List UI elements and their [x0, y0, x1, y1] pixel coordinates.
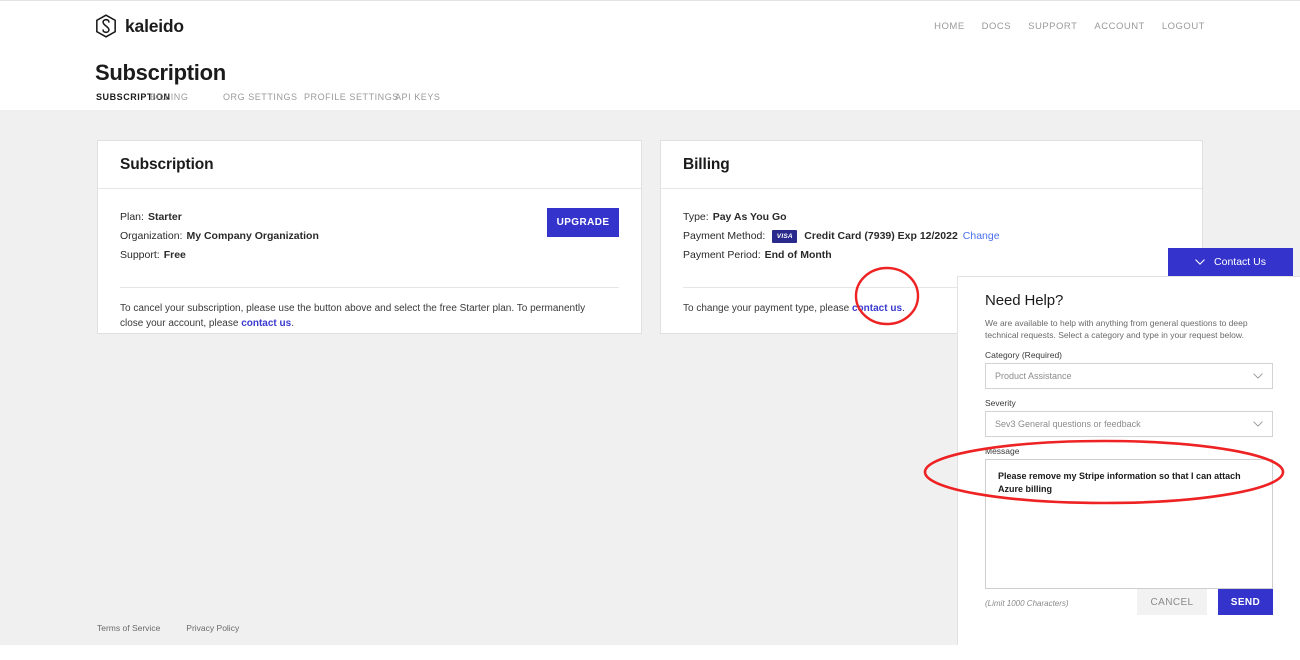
top-navigation: HOME DOCS SUPPORT ACCOUNT LOGOUT — [934, 21, 1205, 32]
cancel-button[interactable]: CANCEL — [1137, 589, 1207, 615]
nav-item-logout[interactable]: LOGOUT — [1162, 21, 1205, 32]
terms-of-service-link[interactable]: Terms of Service — [97, 623, 160, 633]
page-footer: Terms of Service Privacy Policy — [97, 623, 239, 633]
need-help-panel: Need Help? We are available to help with… — [957, 276, 1300, 645]
support-value: Free — [163, 249, 186, 261]
brand-name: kaleido — [125, 15, 184, 36]
contact-us-button-label: Contact Us — [1214, 256, 1266, 268]
support-label: Support: — [120, 249, 160, 261]
upgrade-button[interactable]: UPGRADE — [547, 208, 619, 237]
payment-method-value: Credit Card (7939) Exp 12/2022 — [804, 230, 958, 242]
severity-select-value: Sev3 General questions or feedback — [995, 419, 1141, 429]
severity-select[interactable]: Sev3 General questions or feedback — [985, 411, 1273, 437]
organization-value: My Company Organization — [186, 230, 319, 242]
subscription-card-title: Subscription — [120, 155, 214, 173]
billing-type-value: Pay As You Go — [712, 211, 787, 223]
subscription-divider — [120, 287, 619, 288]
payment-period-label: Payment Period: — [683, 249, 761, 261]
subscription-note-prefix: To cancel your subscription, please use … — [120, 303, 586, 329]
subscription-note: To cancel your subscription, please use … — [120, 301, 600, 331]
chevron-down-icon — [1195, 259, 1205, 265]
subscription-card-header: Subscription — [98, 141, 641, 189]
subscription-card: Subscription Plan: Starter Organization:… — [97, 140, 642, 334]
help-panel-actions: CANCEL SEND — [1137, 589, 1273, 615]
need-help-title: Need Help? — [985, 292, 1064, 309]
message-textarea[interactable] — [985, 459, 1273, 589]
plan-label: Plan: — [120, 211, 144, 223]
billing-card-header: Billing — [661, 141, 1202, 189]
severity-label: Severity — [985, 398, 1016, 408]
subscription-note-suffix: . — [291, 318, 294, 329]
contact-us-toggle-button[interactable]: Contact Us — [1168, 248, 1293, 276]
send-button[interactable]: SEND — [1218, 589, 1273, 615]
chevron-down-icon — [1253, 373, 1263, 379]
subscription-card-body: Plan: Starter Organization: My Company O… — [98, 189, 641, 331]
page-header: kaleido HOME DOCS SUPPORT ACCOUNT LOGOUT… — [0, 0, 1300, 114]
privacy-policy-link[interactable]: Privacy Policy — [186, 623, 239, 633]
billing-contact-us-link[interactable]: contact us — [852, 303, 902, 314]
nav-item-account[interactable]: ACCOUNT — [1094, 21, 1144, 32]
category-select[interactable]: Product Assistance — [985, 363, 1273, 389]
brand-logo[interactable]: kaleido — [95, 14, 184, 38]
kaleido-hexagon-logo-icon — [96, 14, 116, 38]
payment-period-row: Payment Period: End of Month — [683, 246, 1180, 265]
page-bottom-strip — [0, 645, 1300, 660]
message-label: Message — [985, 446, 1020, 456]
plan-row: Plan: Starter — [120, 208, 619, 227]
change-payment-method-link[interactable]: Change — [963, 227, 1000, 246]
category-label: Category (Required) — [985, 350, 1063, 360]
payment-period-value: End of Month — [764, 249, 832, 261]
chevron-down-icon — [1253, 421, 1263, 427]
nav-item-docs[interactable]: DOCS — [982, 21, 1011, 32]
payment-method-label: Payment Method: — [683, 230, 766, 242]
plan-value: Starter — [147, 211, 182, 223]
billing-card-title: Billing — [683, 155, 730, 173]
nav-item-home[interactable]: HOME — [934, 21, 965, 32]
billing-type-row: Type: Pay As You Go — [683, 208, 1180, 227]
page-title: Subscription — [95, 60, 226, 85]
subscription-contact-us-link[interactable]: contact us — [241, 318, 291, 329]
visa-card-icon: VISA — [772, 230, 798, 243]
payment-method-row: Payment Method: VISA Credit Card (7939) … — [683, 227, 1180, 246]
organization-row: Organization: My Company Organization — [120, 227, 619, 246]
billing-note-prefix: To change your payment type, please — [683, 303, 852, 314]
organization-label: Organization: — [120, 230, 183, 242]
billing-type-label: Type: — [683, 211, 709, 223]
need-help-description: We are available to help with anything f… — [985, 318, 1248, 340]
support-row: Support: Free — [120, 246, 619, 265]
nav-item-support[interactable]: SUPPORT — [1028, 21, 1077, 32]
billing-note-suffix: . — [902, 303, 905, 314]
category-select-value: Product Assistance — [995, 371, 1072, 381]
